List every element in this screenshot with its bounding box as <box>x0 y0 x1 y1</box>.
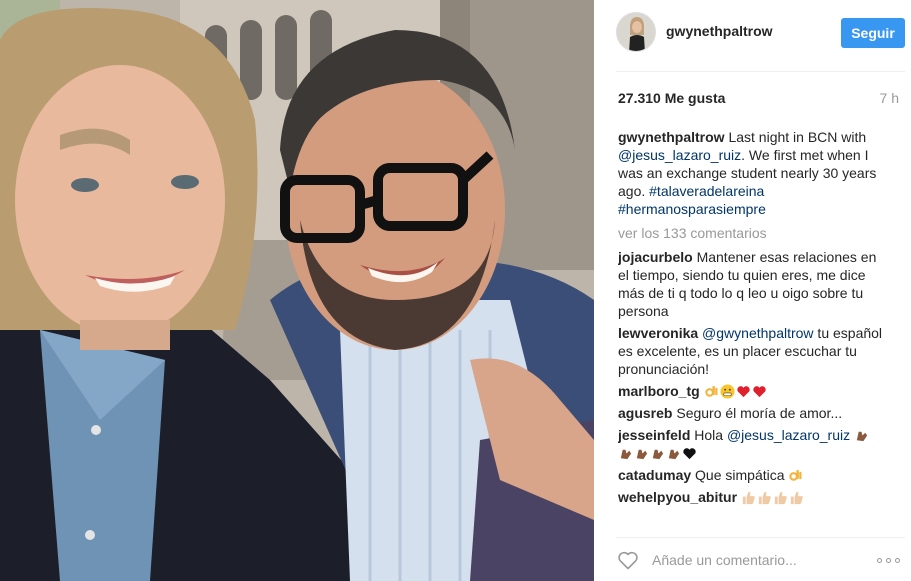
follow-button[interactable]: Seguir <box>841 18 905 48</box>
comment-text: Que simpática <box>691 467 789 483</box>
comment-username[interactable]: catadumay <box>618 467 691 483</box>
clap-icon <box>668 449 680 460</box>
more-dot <box>895 558 900 563</box>
comment-username[interactable]: jojacurbelo <box>618 249 693 265</box>
caption-username[interactable]: gwynethpaltrow <box>618 129 725 145</box>
comment-item: marlboro_tg <box>618 382 890 400</box>
clap-icon <box>636 449 648 460</box>
comments-list: gwynethpaltrow Last night in BCN with @j… <box>618 128 890 530</box>
caption-hashtag-1[interactable]: #talaveradelareina <box>649 183 764 199</box>
thumbs-up-icon <box>742 491 755 505</box>
comment-item: catadumay Que simpática <box>618 466 890 484</box>
comment-text: Hola <box>690 427 727 443</box>
emoji-group <box>704 383 768 399</box>
comment-item: lewveronika @gwynethpaltrow tu español e… <box>618 324 890 378</box>
caption: gwynethpaltrow Last night in BCN with @j… <box>618 128 890 218</box>
caption-mention[interactable]: @jesus_lazaro_ruiz <box>618 147 741 163</box>
red-heart-icon <box>752 386 766 398</box>
heart-outline-icon <box>618 551 638 570</box>
view-all-comments-link[interactable]: ver los 133 comentarios <box>618 224 890 242</box>
grimace-face-icon <box>720 384 735 399</box>
post-time[interactable]: 7 h <box>880 90 899 106</box>
clap-icon <box>652 449 664 460</box>
photo-illustration <box>0 0 594 581</box>
more-options-button[interactable] <box>877 554 901 566</box>
post-photo[interactable] <box>0 0 594 581</box>
comment-text: Seguro él moría de amor... <box>672 405 843 421</box>
post-sidebar: gwynethpaltrow Seguir 27.310 Me gusta 7 … <box>594 0 911 581</box>
avatar[interactable] <box>616 12 656 52</box>
likes-count[interactable]: 27.310 Me gusta <box>618 90 725 106</box>
thumbs-up-icon <box>790 491 803 505</box>
comment-item: jesseinfeld Hola @jesus_lazaro_ruiz <box>618 426 890 462</box>
comment-username[interactable]: agusreb <box>618 405 672 421</box>
comment-item: agusreb Seguro él moría de amor... <box>618 404 890 422</box>
comment-item: jojacurbelo Mantener esas relaciones en … <box>618 248 890 320</box>
thumbs-up-icon <box>758 491 771 505</box>
comment-input[interactable] <box>652 548 862 572</box>
comment-mention[interactable]: @gwynethpaltrow <box>702 325 814 341</box>
comment-mention[interactable]: @jesus_lazaro_ruiz <box>727 427 850 443</box>
comment-username[interactable]: jesseinfeld <box>618 427 690 443</box>
like-button[interactable] <box>616 548 640 572</box>
thumbs-up-icon <box>774 491 787 505</box>
clap-icon <box>620 449 632 460</box>
red-heart-icon <box>736 386 750 398</box>
more-dot <box>886 558 891 563</box>
emoji-group <box>741 489 805 505</box>
header-username[interactable]: gwynethpaltrow <box>666 23 773 39</box>
black-heart-icon <box>683 448 696 460</box>
likes-row: 27.310 Me gusta 7 h <box>618 90 905 108</box>
post-header: gwynethpaltrow Seguir <box>616 12 905 52</box>
comment-username[interactable]: marlboro_tg <box>618 383 700 399</box>
ok-hand-icon <box>789 469 802 481</box>
comment-box-divider <box>616 537 905 538</box>
caption-text-1: Last night in BCN with <box>724 129 867 145</box>
clap-icon <box>856 431 868 442</box>
comment-username[interactable]: wehelpyou_abitur <box>618 489 737 505</box>
caption-hashtag-2[interactable]: #hermanosparasiempre <box>618 201 766 217</box>
avatar-image <box>617 13 655 51</box>
ok-hand-icon <box>704 385 718 397</box>
header-divider <box>616 71 905 72</box>
more-dot <box>877 558 882 563</box>
comment-item: wehelpyou_abitur <box>618 488 890 506</box>
comment-username[interactable]: lewveronika <box>618 325 698 341</box>
